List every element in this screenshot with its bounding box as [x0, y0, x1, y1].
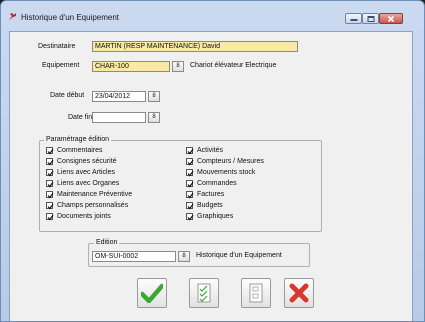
checkbox-box — [186, 180, 194, 188]
checkbox-label: Budgets — [197, 202, 223, 209]
dialog-client-area: Destinataire MARTIN (RESP MAINTENANCE) D… — [9, 31, 413, 321]
checkbox-box — [186, 158, 194, 166]
checkbox-compteurs-mesures[interactable]: Compteurs / Mesures — [186, 158, 264, 166]
check-icon — [187, 159, 194, 166]
checkbox-label: Liens avec Articles — [57, 169, 115, 176]
checkbox-box — [186, 213, 194, 221]
empty-list-icon — [249, 283, 263, 303]
checkbox-label: Factures — [197, 191, 225, 198]
checkbox-label: Graphiques — [197, 213, 234, 220]
check-icon — [47, 181, 54, 188]
cancel-button[interactable] — [284, 278, 314, 308]
check-icon — [47, 148, 54, 155]
date-debut-field[interactable]: 23/04/2012 — [92, 91, 146, 102]
checkbox-box — [46, 213, 54, 221]
cancel-x-icon — [289, 283, 309, 303]
uncheck-all-button[interactable] — [241, 278, 271, 308]
checkbox-champs-personnalises[interactable]: Champs personnalisés — [46, 202, 129, 210]
checkbox-label: Consignes sécurité — [57, 158, 117, 165]
parametrage-group: Paramétrage édition Commentaires Consign… — [39, 136, 322, 232]
checkbox-box — [186, 191, 194, 199]
checkbox-label: Commentaires — [57, 147, 103, 154]
checkbox-commandes[interactable]: Commandes — [186, 180, 237, 188]
destinataire-label: Destinataire — [38, 43, 76, 50]
edition-lookup-button[interactable]: 8 — [178, 251, 190, 262]
check-icon — [187, 181, 194, 188]
window-title: Historique d'un Equipement — [21, 13, 120, 22]
checkbox-box — [46, 169, 54, 177]
date-fin-field[interactable] — [92, 112, 146, 123]
edition-title: Edition — [94, 239, 120, 246]
check-icon — [47, 192, 54, 199]
checkbox-label: Activités — [197, 147, 224, 154]
date-fin-picker-button[interactable]: 8 — [148, 112, 160, 123]
destinataire-field[interactable]: MARTIN (RESP MAINTENANCE) David — [92, 41, 298, 52]
equipement-lookup-button[interactable]: 8 — [172, 61, 184, 72]
checkbox-box — [186, 169, 194, 177]
equipement-description: Chariot élévateur Electrique — [190, 62, 277, 69]
checkmark-icon — [141, 283, 163, 303]
edition-description: Historique d'un Equipement — [196, 252, 282, 259]
app-icon — [9, 13, 16, 20]
date-debut-label: Date début — [50, 92, 85, 99]
checkbox-box — [46, 158, 54, 166]
date-fin-label: Date fin — [68, 114, 93, 121]
check-icon — [47, 203, 54, 210]
checkbox-commentaires[interactable]: Commentaires — [46, 147, 103, 155]
date-debut-picker-button[interactable]: 8 — [148, 91, 160, 102]
checkbox-box — [46, 202, 54, 210]
check-icon — [47, 214, 54, 221]
checkbox-label: Champs personnalisés — [57, 202, 129, 209]
dialog-window: Historique d'un Equipement Destinataire … — [0, 0, 425, 322]
checkbox-box — [46, 191, 54, 199]
checkbox-liens-organes[interactable]: Liens avec Organes — [46, 180, 120, 188]
check-list-icon — [197, 283, 211, 303]
checkbox-budgets[interactable]: Budgets — [186, 202, 223, 210]
check-icon — [187, 148, 194, 155]
checkbox-label: Mouvements stock — [197, 169, 256, 176]
checkbox-liens-articles[interactable]: Liens avec Articles — [46, 169, 115, 177]
edition-group: Edition OM-SUI-0002 8 Historique d'un Eq… — [88, 239, 310, 267]
checkbox-label: Documents joints — [57, 213, 111, 220]
close-window-button[interactable] — [379, 13, 403, 24]
checkbox-box — [46, 180, 54, 188]
check-icon — [47, 159, 54, 166]
checkbox-label: Liens avec Organes — [57, 180, 120, 187]
parametrage-title: Paramétrage édition — [44, 136, 112, 143]
checkbox-box — [186, 147, 194, 155]
checkbox-documents-joints[interactable]: Documents joints — [46, 213, 111, 221]
edition-code-field[interactable]: OM-SUI-0002 — [92, 251, 176, 262]
checkbox-label: Compteurs / Mesures — [197, 158, 264, 165]
check-icon — [187, 203, 194, 210]
equipement-label: Equipement — [42, 62, 80, 69]
check-all-button[interactable] — [189, 278, 219, 308]
equipement-code-field[interactable]: CHAR-100 — [92, 61, 170, 72]
checkbox-maintenance-preventive[interactable]: Maintenance Préventive — [46, 191, 133, 199]
checkbox-mouvements-stock[interactable]: Mouvements stock — [186, 169, 256, 177]
checkbox-activites[interactable]: Activités — [186, 147, 224, 155]
title-bar[interactable]: Historique d'un Equipement — [1, 1, 424, 31]
maximize-icon — [367, 15, 374, 22]
checkbox-box — [186, 202, 194, 210]
checkbox-graphiques[interactable]: Graphiques — [186, 213, 234, 221]
close-icon — [387, 15, 395, 22]
checkbox-label: Maintenance Préventive — [57, 191, 133, 198]
check-icon — [187, 192, 194, 199]
minimize-icon — [350, 18, 357, 21]
checkbox-box — [46, 147, 54, 155]
check-icon — [187, 170, 194, 177]
minimize-button[interactable] — [345, 13, 362, 24]
validate-button[interactable] — [137, 278, 167, 308]
check-icon — [187, 214, 194, 221]
checkbox-label: Commandes — [197, 180, 237, 187]
checkbox-consignes-securite[interactable]: Consignes sécurité — [46, 158, 117, 166]
check-icon — [47, 170, 54, 177]
checkbox-factures[interactable]: Factures — [186, 191, 225, 199]
maximize-button[interactable] — [362, 13, 379, 24]
